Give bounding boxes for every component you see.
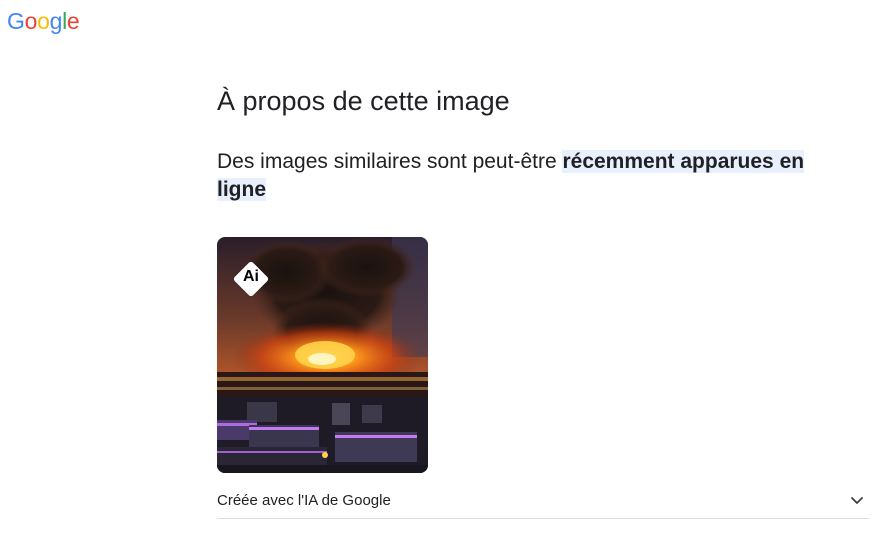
ai-badge-icon: Ai — [232, 260, 270, 298]
page-title: À propos de cette image — [217, 86, 510, 116]
image-thumbnail[interactable]: Ai — [217, 237, 428, 473]
ai-disclosure-text: Créée avec l'IA de Google — [217, 492, 391, 509]
logo-letter: g — [49, 8, 63, 34]
ai-disclosure-expander[interactable]: Créée avec l'IA de Google — [217, 484, 869, 519]
logo-letter: e — [66, 8, 80, 34]
ai-badge-label: Ai — [243, 268, 259, 285]
logo-letter: o — [37, 8, 50, 34]
page-subtitle: Des images similaires sont peut-être réc… — [217, 148, 857, 204]
subtitle-text: Des images similaires sont peut-être — [217, 150, 563, 173]
logo-letter: G — [7, 8, 25, 34]
chevron-down-icon[interactable] — [849, 492, 865, 508]
google-logo[interactable]: Google — [7, 8, 80, 35]
logo-letter: o — [24, 8, 38, 34]
